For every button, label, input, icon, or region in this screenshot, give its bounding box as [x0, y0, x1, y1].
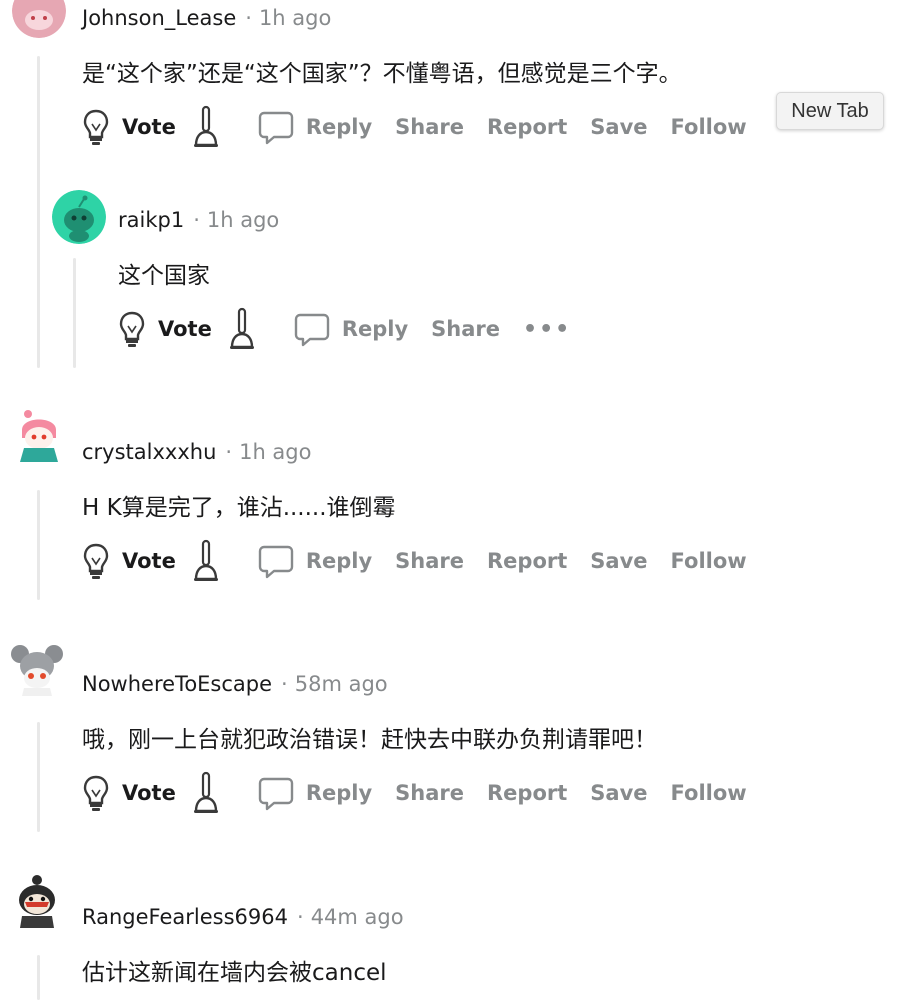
separator-dot: ·	[245, 6, 252, 30]
reply-bubble-icon	[258, 111, 294, 145]
reply-button[interactable]: Reply	[258, 543, 395, 579]
username[interactable]: raikp1	[118, 208, 184, 232]
new-tab-tooltip: New Tab	[776, 92, 884, 130]
thread-line[interactable]	[37, 490, 40, 600]
comment-body: 哦，刚一上台就犯政治错误！赶快去中联办负荆请罪吧！	[82, 727, 657, 753]
follow-button[interactable]: Follow	[671, 781, 747, 805]
avatar[interactable]	[12, 408, 66, 462]
thread-line[interactable]	[37, 955, 40, 1000]
follow-button[interactable]: Follow	[671, 549, 747, 573]
username[interactable]: crystalxxxhu	[82, 440, 216, 464]
upvote-lightbulb-icon[interactable]	[82, 108, 110, 146]
comment-body: 估计这新闻在墙内会被cancel	[82, 960, 387, 986]
avatar[interactable]	[10, 642, 64, 696]
downvote-plunger-icon[interactable]	[192, 105, 220, 149]
comment-meta: crystalxxxhu · 1h ago	[82, 440, 311, 464]
follow-button[interactable]: Follow	[671, 115, 747, 139]
upvote-lightbulb-icon[interactable]	[82, 774, 110, 812]
upvote-lightbulb-icon[interactable]	[82, 542, 110, 580]
reply-button[interactable]: Reply	[258, 775, 395, 811]
comment-meta: raikp1 · 1h ago	[118, 208, 279, 232]
username[interactable]: NowhereToEscape	[82, 672, 272, 696]
more-dots-icon[interactable]: •••	[523, 317, 571, 342]
snoo-avatar-icon	[19, 875, 55, 928]
comment-actions: Vote Reply Share Report Save Follow	[82, 538, 770, 584]
comment-meta: Johnson_Lease · 1h ago	[82, 6, 331, 30]
upvote-lightbulb-icon[interactable]	[118, 310, 146, 348]
username[interactable]: Johnson_Lease	[82, 6, 236, 30]
snoo-avatar-icon	[12, 0, 66, 38]
comment-meta: RangeFearless6964 · 44m ago	[82, 905, 404, 929]
share-button[interactable]: Share	[395, 115, 464, 139]
share-button[interactable]: Share	[431, 317, 500, 341]
snoo-avatar-icon	[52, 190, 106, 244]
reply-button[interactable]: Reply	[258, 109, 395, 145]
reply-label[interactable]: Reply	[306, 549, 372, 573]
reply-label[interactable]: Reply	[342, 317, 408, 341]
downvote-plunger-icon[interactable]	[192, 539, 220, 583]
comment-body: 这个国家	[118, 263, 210, 289]
report-button[interactable]: Report	[487, 549, 567, 573]
reply-button[interactable]: Reply	[294, 311, 431, 347]
avatar[interactable]	[52, 190, 106, 244]
comment-actions: Vote Reply Share Report Save Follow	[82, 104, 770, 150]
vote-label: Vote	[122, 115, 176, 139]
reply-label[interactable]: Reply	[306, 115, 372, 139]
thread-line[interactable]	[73, 258, 76, 368]
downvote-plunger-icon[interactable]	[192, 771, 220, 815]
vote-label: Vote	[122, 549, 176, 573]
share-button[interactable]: Share	[395, 781, 464, 805]
timestamp[interactable]: 1h ago	[259, 6, 331, 30]
downvote-plunger-icon[interactable]	[228, 307, 256, 351]
thread-line[interactable]	[37, 56, 40, 368]
comment-thread: Johnson_Lease · 1h ago 是“这个家”还是“这个国家”？不懂…	[0, 0, 901, 1000]
reply-label[interactable]: Reply	[306, 781, 372, 805]
vote-label: Vote	[122, 781, 176, 805]
timestamp[interactable]: 1h ago	[239, 440, 311, 464]
reply-bubble-icon	[294, 313, 330, 347]
separator-dot: ·	[193, 208, 200, 232]
avatar[interactable]	[12, 0, 66, 38]
username[interactable]: RangeFearless6964	[82, 905, 288, 929]
reply-bubble-icon	[258, 545, 294, 579]
separator-dot: ·	[225, 440, 233, 464]
separator-dot: ·	[297, 905, 304, 929]
timestamp[interactable]: 44m ago	[311, 905, 404, 929]
vote-label: Vote	[158, 317, 212, 341]
snoo-avatar-icon	[20, 410, 58, 462]
report-button[interactable]: Report	[487, 115, 567, 139]
comment-meta: NowhereToEscape · 58m ago	[82, 672, 388, 696]
share-button[interactable]: Share	[395, 549, 464, 573]
comment-actions: Vote Reply Share Report Save Follow	[82, 770, 770, 816]
comment-actions: Vote Reply Share •••	[118, 306, 571, 352]
separator-dot: ·	[281, 672, 288, 696]
report-button[interactable]: Report	[487, 781, 567, 805]
snoo-avatar-icon	[11, 645, 63, 696]
save-button[interactable]: Save	[590, 115, 647, 139]
thread-line[interactable]	[37, 722, 40, 832]
timestamp[interactable]: 1h ago	[207, 208, 279, 232]
save-button[interactable]: Save	[590, 781, 647, 805]
timestamp[interactable]: 58m ago	[295, 672, 388, 696]
save-button[interactable]: Save	[590, 549, 647, 573]
comment-body: 是“这个家”还是“这个国家”？不懂粤语，但感觉是三个字。	[82, 61, 682, 87]
comment-body: H K算是完了，谁沾......谁倒霉	[82, 495, 396, 521]
reply-bubble-icon	[258, 777, 294, 811]
avatar[interactable]	[10, 874, 64, 928]
